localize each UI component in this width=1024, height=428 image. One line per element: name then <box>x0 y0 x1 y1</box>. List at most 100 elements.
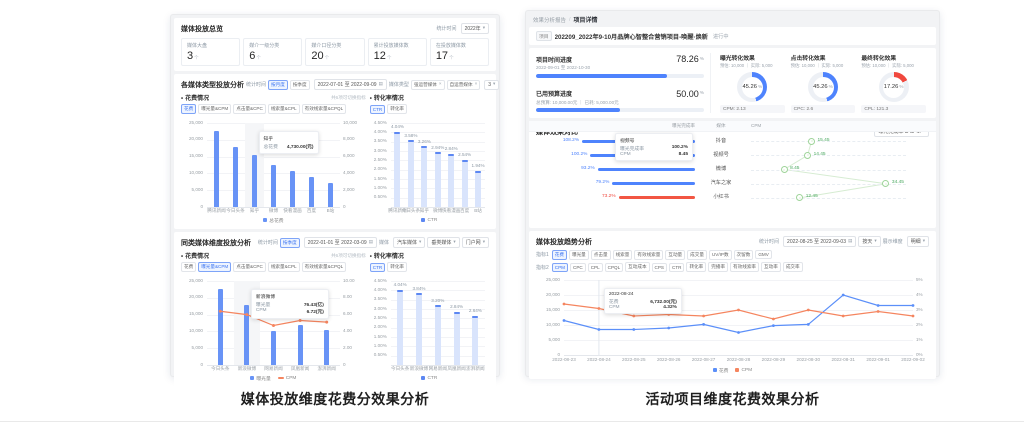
bar[interactable] <box>309 177 314 207</box>
filter-chip[interactable]: 线索量 <box>613 250 633 260</box>
filter-chip[interactable]: 曝光量&CPM <box>198 262 231 272</box>
bar-value-label: 2.64% <box>469 309 482 314</box>
bar[interactable] <box>435 152 441 207</box>
x-axis-label: 百度 <box>307 209 316 214</box>
bar[interactable] <box>233 147 238 207</box>
x-axis-label: 新浪微博 <box>410 367 428 372</box>
legend-item[interactable]: 曝光量 <box>250 375 270 382</box>
date-range-picker[interactable]: 2022-07-01 至 2022-09-09 ▤ <box>314 79 387 90</box>
filter-chip[interactable]: 按季度 <box>290 80 310 90</box>
close-icon[interactable]: × <box>439 82 442 87</box>
stat-value: 17 <box>436 50 448 62</box>
filter-chip[interactable]: CPM <box>552 263 568 272</box>
filter-chip[interactable]: 花费 <box>181 262 196 272</box>
bar[interactable] <box>290 171 295 207</box>
bar[interactable] <box>421 146 427 207</box>
filter-chip[interactable]: 成交量 <box>687 250 707 260</box>
tooltip-title: 2022-08-24 <box>609 292 677 297</box>
bar[interactable] <box>472 316 478 365</box>
filter-chip[interactable]: 完播率 <box>708 262 728 272</box>
filter-chip[interactable]: 互动成本 <box>625 262 649 272</box>
filter-chip[interactable]: 有效线索量 <box>634 250 663 260</box>
filter-chip[interactable]: 按月度 <box>268 80 288 90</box>
legend-item[interactable]: CPM <box>735 368 752 373</box>
filter-chip[interactable]: CPL <box>588 263 603 272</box>
close-icon[interactable]: × <box>475 82 478 87</box>
filter-chip[interactable]: 有效线索量&CPQL <box>302 262 347 272</box>
filter-chip[interactable]: 有效线索率 <box>730 262 759 272</box>
media-select[interactable]: 门户网 ▾ <box>462 237 489 248</box>
filter-chip[interactable]: 曝光量&CPM <box>198 104 231 114</box>
date-range-picker[interactable]: 2022-01-01 至 2022-03-09 ▤ <box>304 237 377 248</box>
filter-chip[interactable]: 点击量 <box>591 250 611 260</box>
filter-chip[interactable]: 线索量&CPL <box>268 262 300 272</box>
frequency-select[interactable]: 按天 ▾ <box>858 236 880 247</box>
media-select[interactable]: 汽车媒体 ▾ <box>393 237 425 248</box>
filter-chip[interactable]: 有效线索量&CPQL <box>302 104 347 114</box>
bar[interactable] <box>416 293 422 365</box>
legend-item[interactable]: CTR <box>421 376 437 381</box>
filter-chip[interactable]: 转化率 <box>387 104 407 114</box>
y-axis-tick: 0 <box>181 205 203 210</box>
legend-item[interactable]: 花费 <box>713 367 729 374</box>
year-select[interactable]: 2022年 ▾ <box>461 23 489 34</box>
bar[interactable] <box>397 290 403 365</box>
cpm-value-label: 8.45 <box>790 167 799 172</box>
bar[interactable] <box>475 171 481 207</box>
filter-chip[interactable]: 点击量&CPC <box>233 104 266 114</box>
legend-item[interactable]: CPM <box>278 376 297 381</box>
media-select[interactable]: 垂类媒体 ▾ <box>427 237 459 248</box>
completion-percent-label: 108.2% <box>529 139 579 144</box>
filter-chip[interactable]: 线索量&CPL <box>268 104 300 114</box>
bar[interactable] <box>394 132 400 207</box>
bar[interactable] <box>435 305 441 365</box>
completion-bar[interactable] <box>619 196 695 199</box>
completion-bar[interactable] <box>598 168 695 171</box>
card-title: 各媒体类型投放分析 <box>181 80 244 90</box>
filter-chip[interactable]: 强运营媒体× <box>411 80 445 90</box>
y-axis-tick: 1.00% <box>370 186 387 191</box>
filter-chip[interactable]: CTR <box>370 263 385 272</box>
filter-chip[interactable]: 成交率 <box>783 262 803 272</box>
tooltip-row: 曝光完成率100.2% <box>620 145 688 152</box>
bar[interactable] <box>408 140 414 207</box>
filter-chip[interactable]: 自运营媒体× <box>447 80 481 90</box>
filter-chip[interactable]: 互动率 <box>761 262 781 272</box>
filter-chip[interactable]: CPC <box>570 263 586 272</box>
completion-bar[interactable] <box>612 182 695 185</box>
filter-chip[interactable]: 互动量 <box>665 250 685 260</box>
filter-chip[interactable]: CPQL <box>605 263 624 272</box>
more-count-select[interactable]: 3 ▾ <box>484 80 499 90</box>
filter-chip[interactable]: 花费 <box>181 104 196 114</box>
bar-value-label: 2.84% <box>445 147 458 152</box>
bar[interactable] <box>448 154 454 207</box>
filter-chip[interactable]: UV/IP数 <box>709 250 732 260</box>
filter-chip[interactable]: CTR <box>370 105 385 114</box>
filter-chip[interactable]: 按季度 <box>280 238 300 248</box>
stat-label: 媒介一级分类 <box>249 42 296 49</box>
legend-item[interactable]: 总花费 <box>263 217 283 224</box>
bar[interactable] <box>462 160 468 207</box>
y-axis-tick: 1.50% <box>370 177 387 182</box>
y-axis-tick: 3.50% <box>370 139 387 144</box>
filter-chip[interactable]: CPS <box>652 263 667 272</box>
filter-chip[interactable]: 花费 <box>552 250 567 260</box>
filter-chip[interactable]: GMV <box>755 250 771 259</box>
bar[interactable] <box>214 131 219 207</box>
bar[interactable] <box>252 155 257 207</box>
display-dim-select[interactable]: 明细 ▾ <box>907 236 929 247</box>
metric1-filter-row: 指标1 花费曝光量点击量线索量有效线索量互动量成交量UV/IP数次留数GMV <box>536 250 929 260</box>
bar[interactable] <box>328 183 333 207</box>
filter-chip[interactable]: 点击量&CPC <box>233 262 266 272</box>
date-range-picker[interactable]: 2022-08-25 至 2022-09-03 ▤ <box>783 236 856 247</box>
filter-chip[interactable]: 转化率 <box>686 262 706 272</box>
filter-chip[interactable]: 曝光量 <box>569 250 589 260</box>
bar[interactable] <box>271 165 276 207</box>
filter-chip[interactable]: 转化率 <box>387 262 407 272</box>
filter-chip[interactable]: 次留数 <box>734 250 754 260</box>
breadcrumb-parent[interactable]: 效果分析报告 <box>533 16 566 24</box>
bar[interactable] <box>454 312 460 365</box>
filter-chip[interactable]: CTR <box>669 263 684 272</box>
y-axis-tick-right: 6.00 <box>343 312 352 317</box>
legend-item[interactable]: CTR <box>421 218 437 223</box>
